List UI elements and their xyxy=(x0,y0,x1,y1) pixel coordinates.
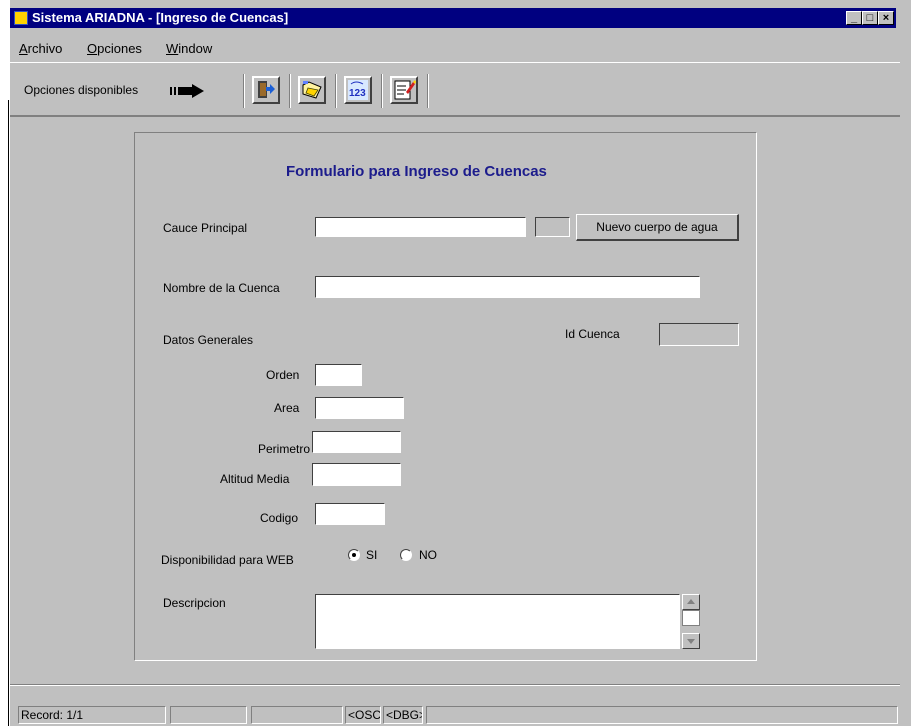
toolbar-separator xyxy=(335,74,337,108)
scroll-down-button[interactable] xyxy=(682,633,700,649)
menu-bar: Archivo Opciones Window xyxy=(10,38,900,60)
id-cuenca-display xyxy=(659,323,739,346)
status-cell-empty xyxy=(170,706,247,724)
triangle-up-icon xyxy=(687,599,695,604)
radio-no[interactable] xyxy=(400,549,412,561)
edit-button[interactable] xyxy=(390,76,418,104)
descripcion-label: Descripcion xyxy=(163,596,226,610)
status-message xyxy=(426,706,898,724)
form-panel xyxy=(134,132,757,661)
codigo-label: Codigo xyxy=(260,511,299,525)
descripcion-scrollbar[interactable] xyxy=(682,594,700,649)
exit-door-icon xyxy=(258,81,275,98)
numbers-123-icon: 123 xyxy=(348,80,368,100)
status-osc: <OSC> xyxy=(345,706,381,724)
disponibilidad-web-label: Disponibilidad para WEB xyxy=(161,553,294,567)
area-label: Area xyxy=(274,401,300,415)
id-cuenca-label: Id Cuenca xyxy=(565,327,620,341)
status-separator xyxy=(10,684,900,686)
nombre-cuenca-input[interactable] xyxy=(315,276,700,298)
perimetro-input[interactable] xyxy=(312,431,401,453)
edit-form-icon xyxy=(394,80,416,100)
window-title: Sistema ARIADNA - [Ingreso de Cuencas] xyxy=(32,10,289,25)
nombre-cuenca-label: Nombre de la Cuenca xyxy=(163,281,280,295)
cauce-code-display xyxy=(535,217,570,237)
status-bar: Record: 1/1 <OSC> <DBG> xyxy=(10,704,900,726)
altitud-media-input[interactable] xyxy=(312,463,401,486)
toolbar-separator xyxy=(381,74,383,108)
minimize-icon: _ xyxy=(850,12,858,24)
save-folder-icon xyxy=(302,81,322,99)
close-button[interactable]: × xyxy=(878,11,894,25)
numbers-button[interactable]: 123 xyxy=(344,76,372,104)
radio-si[interactable] xyxy=(348,549,360,561)
codigo-input[interactable] xyxy=(315,503,385,525)
toolbar-separator xyxy=(427,74,429,108)
area-input[interactable] xyxy=(315,397,404,419)
toolbar-separator xyxy=(243,74,245,108)
descripcion-textarea[interactable] xyxy=(315,594,680,649)
menu-opciones[interactable]: Opciones xyxy=(87,41,142,56)
maximize-button[interactable]: □ xyxy=(862,11,878,25)
maximize-icon: □ xyxy=(866,12,874,24)
form-title: Formulario para Ingreso de Cuencas xyxy=(286,163,547,180)
desktop-line xyxy=(8,100,9,726)
toolbar-label: Opciones disponibles xyxy=(24,83,139,97)
perimetro-label: Perimetro xyxy=(258,442,311,456)
cauce-principal-input[interactable] xyxy=(315,217,526,237)
status-dbg: <DBG> xyxy=(383,706,423,724)
orden-label: Orden xyxy=(266,368,300,382)
title-bar[interactable]: Sistema ARIADNA - [Ingreso de Cuencas] _… xyxy=(10,8,896,28)
arrow-right-icon xyxy=(170,84,204,98)
orden-input[interactable] xyxy=(315,364,362,386)
status-record: Record: 1/1 xyxy=(18,706,166,724)
datos-generales-label: Datos Generales xyxy=(163,333,254,347)
menu-window[interactable]: Window xyxy=(166,41,212,56)
save-button[interactable] xyxy=(298,76,326,104)
menu-archivo[interactable]: Archivo xyxy=(19,41,62,56)
radio-no-label[interactable]: NO xyxy=(419,548,437,562)
radio-si-label[interactable]: SI xyxy=(366,548,377,562)
cauce-principal-label: Cauce Principal xyxy=(163,221,248,235)
scroll-thumb[interactable] xyxy=(682,610,700,626)
altitud-media-label: Altitud Media xyxy=(220,472,290,486)
svg-text:123: 123 xyxy=(349,88,366,99)
triangle-down-icon xyxy=(687,639,695,644)
toolbar-separator xyxy=(289,74,291,108)
radio-selected-dot xyxy=(352,553,356,557)
minimize-button[interactable]: _ xyxy=(846,11,862,25)
nuevo-cuerpo-de-agua-button[interactable]: Nuevo cuerpo de agua xyxy=(576,214,739,241)
status-cell-empty xyxy=(251,706,343,724)
toolbar: Opciones disponibles 123 xyxy=(10,62,900,116)
exit-button[interactable] xyxy=(252,76,280,104)
close-icon: × xyxy=(882,12,890,24)
app-icon xyxy=(14,11,28,25)
scroll-up-button[interactable] xyxy=(682,594,700,610)
